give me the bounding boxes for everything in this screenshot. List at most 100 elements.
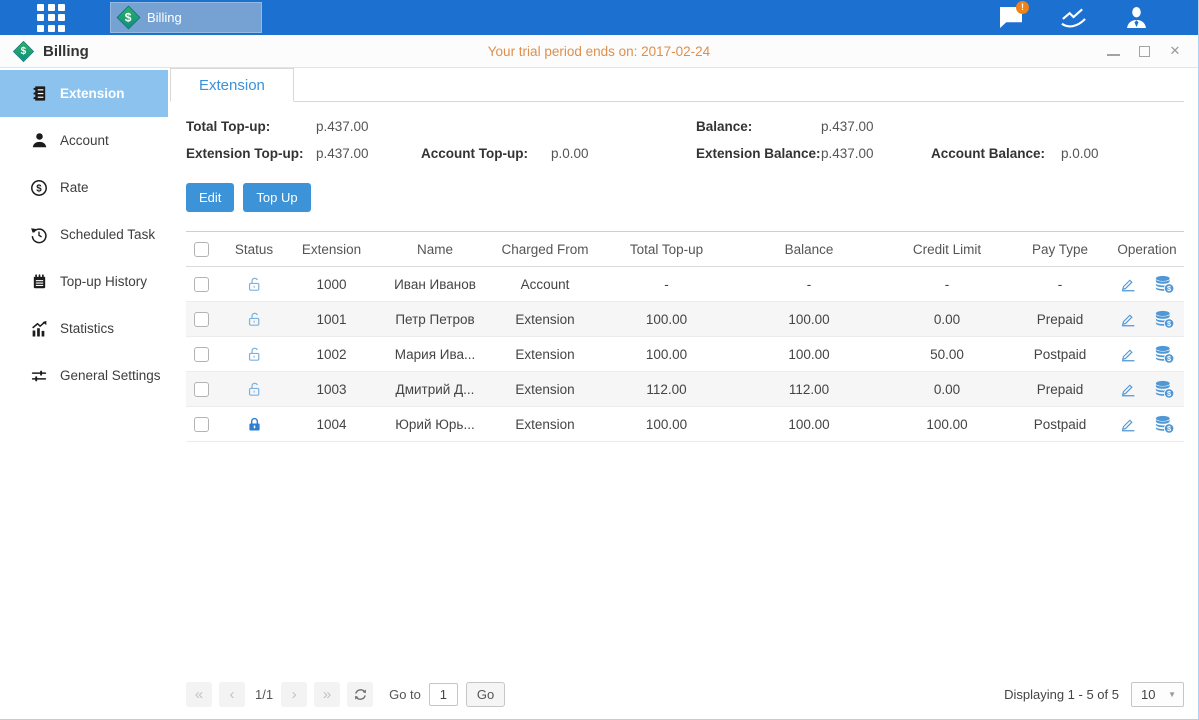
extension-cell: 1001 [284, 302, 379, 337]
maximize-button[interactable] [1137, 44, 1151, 58]
extension-balance-label: Extension Balance: [696, 146, 821, 161]
charged-from-cell: Extension [491, 372, 599, 407]
svg-text:$: $ [36, 183, 42, 194]
minimize-button[interactable] [1106, 44, 1120, 58]
balance-cell: 100.00 [734, 302, 884, 337]
credit-limit-cell: 50.00 [884, 337, 1010, 372]
page-size-select[interactable]: 10 ▼ [1131, 682, 1184, 707]
last-page-button[interactable]: » [314, 682, 340, 707]
general-settings-icon [30, 367, 48, 385]
column-header-credit-limit: Credit Limit [884, 232, 1010, 267]
user-icon[interactable] [1123, 6, 1150, 30]
edit-icon[interactable] [1119, 380, 1137, 398]
sidebar-item-rate[interactable]: $ Rate [0, 164, 168, 211]
svg-text:$: $ [1167, 424, 1171, 433]
svg-text:$: $ [1167, 354, 1171, 363]
top-up-icon[interactable]: $ [1154, 275, 1175, 294]
app-grid-icon[interactable] [37, 4, 65, 32]
top-up-button[interactable]: Top Up [243, 183, 310, 212]
sidebar-item-label: Top-up History [60, 274, 147, 289]
row-checkbox[interactable] [194, 347, 209, 362]
column-header-pay-type: Pay Type [1010, 232, 1110, 267]
row-checkbox[interactable] [194, 417, 209, 432]
column-header-balance: Balance [734, 232, 884, 267]
lock-closed-icon[interactable] [246, 416, 263, 433]
total-topup-cell: - [599, 267, 734, 302]
sidebar-item-account[interactable]: Account [0, 117, 168, 164]
lock-open-icon[interactable] [246, 311, 263, 328]
sidebar-item-scheduled-task[interactable]: Scheduled Task [0, 211, 168, 258]
chat-icon[interactable]: ! [997, 6, 1024, 30]
credit-limit-cell: 0.00 [884, 302, 1010, 337]
account-topup-label: Account Top-up: [421, 146, 551, 161]
taskbar-billing-tab[interactable]: $ Billing [110, 2, 262, 33]
system-topbar: $ Billing ! [0, 0, 1198, 35]
sidebar-item-extension[interactable]: Extension [0, 70, 168, 117]
credit-limit-cell: - [884, 267, 1010, 302]
billing-window-icon: $ [13, 40, 34, 61]
account-icon [30, 132, 48, 150]
credit-limit-cell: 0.00 [884, 372, 1010, 407]
total-topup-cell: 100.00 [599, 337, 734, 372]
tabstrip: Extension [170, 68, 1184, 102]
edit-icon[interactable] [1119, 310, 1137, 328]
window-titlebar: $ Billing Your trial period ends on: 201… [0, 35, 1198, 68]
top-up-icon[interactable]: $ [1154, 310, 1175, 329]
lock-open-icon[interactable] [246, 276, 263, 293]
goto-page-input[interactable] [429, 683, 458, 706]
column-header-status: Status [224, 232, 284, 267]
top-up-icon[interactable]: $ [1154, 380, 1175, 399]
edit-icon[interactable] [1119, 345, 1137, 363]
balance-cell: 100.00 [734, 337, 884, 372]
total-topup-label: Total Top-up: [186, 119, 316, 134]
sidebar-item-label: Account [60, 133, 109, 148]
sidebar-item-label: Statistics [60, 321, 114, 336]
balance-label: Balance: [696, 119, 821, 134]
taskbar-app-label: Billing [147, 10, 182, 25]
pay-type-cell: Prepaid [1010, 302, 1110, 337]
row-checkbox[interactable] [194, 277, 209, 292]
billing-window: $ Billing ! $ [0, 0, 1199, 720]
balance-value: p.437.00 [821, 119, 931, 134]
total-topup-value: p.437.00 [316, 119, 421, 134]
chart-icon[interactable] [1060, 6, 1087, 30]
next-page-button[interactable]: › [281, 682, 307, 707]
select-all-checkbox[interactable] [194, 242, 209, 257]
lock-open-icon[interactable] [246, 346, 263, 363]
refresh-button[interactable] [347, 682, 373, 707]
name-cell: Дмитрий Д... [379, 372, 491, 407]
name-cell: Мария Ива... [379, 337, 491, 372]
sidebar-item-label: Scheduled Task [60, 227, 155, 242]
tab-extension[interactable]: Extension [170, 68, 294, 102]
prev-page-button[interactable]: ‹ [219, 682, 245, 707]
top-up-icon[interactable]: $ [1154, 345, 1175, 364]
sidebar-item-general-settings[interactable]: General Settings [0, 352, 168, 399]
rate-icon: $ [30, 179, 48, 197]
first-page-button[interactable]: « [186, 682, 212, 707]
charged-from-cell: Account [491, 267, 599, 302]
charged-from-cell: Extension [491, 337, 599, 372]
pay-type-cell: Postpaid [1010, 407, 1110, 442]
edit-icon[interactable] [1119, 275, 1137, 293]
extension-balance-value: p.437.00 [821, 146, 931, 161]
extension-cell: 1003 [284, 372, 379, 407]
edit-icon[interactable] [1119, 415, 1137, 433]
goto-label: Go to [389, 687, 421, 702]
table-row: 1000Иван ИвановAccount---- $ [186, 267, 1184, 302]
charged-from-cell: Extension [491, 407, 599, 442]
chevron-down-icon: ▼ [1168, 690, 1176, 699]
close-button[interactable]: ✕ [1168, 44, 1182, 58]
sidebar-item-statistics[interactable]: Statistics [0, 305, 168, 352]
table-body: 1000Иван ИвановAccount---- $1001Петр Пет… [186, 267, 1184, 442]
top-up-icon[interactable]: $ [1154, 415, 1175, 434]
column-header-extension: Extension [284, 232, 379, 267]
go-button[interactable]: Go [466, 682, 505, 707]
pagination-bar: « ‹ 1/1 › » Go to Go Displaying [170, 682, 1184, 707]
edit-button[interactable]: Edit [186, 183, 234, 212]
row-checkbox[interactable] [194, 312, 209, 327]
pay-type-cell: Prepaid [1010, 372, 1110, 407]
extension-cell: 1002 [284, 337, 379, 372]
lock-open-icon[interactable] [246, 381, 263, 398]
row-checkbox[interactable] [194, 382, 209, 397]
sidebar-item-top-up-history[interactable]: Top-up History [0, 258, 168, 305]
